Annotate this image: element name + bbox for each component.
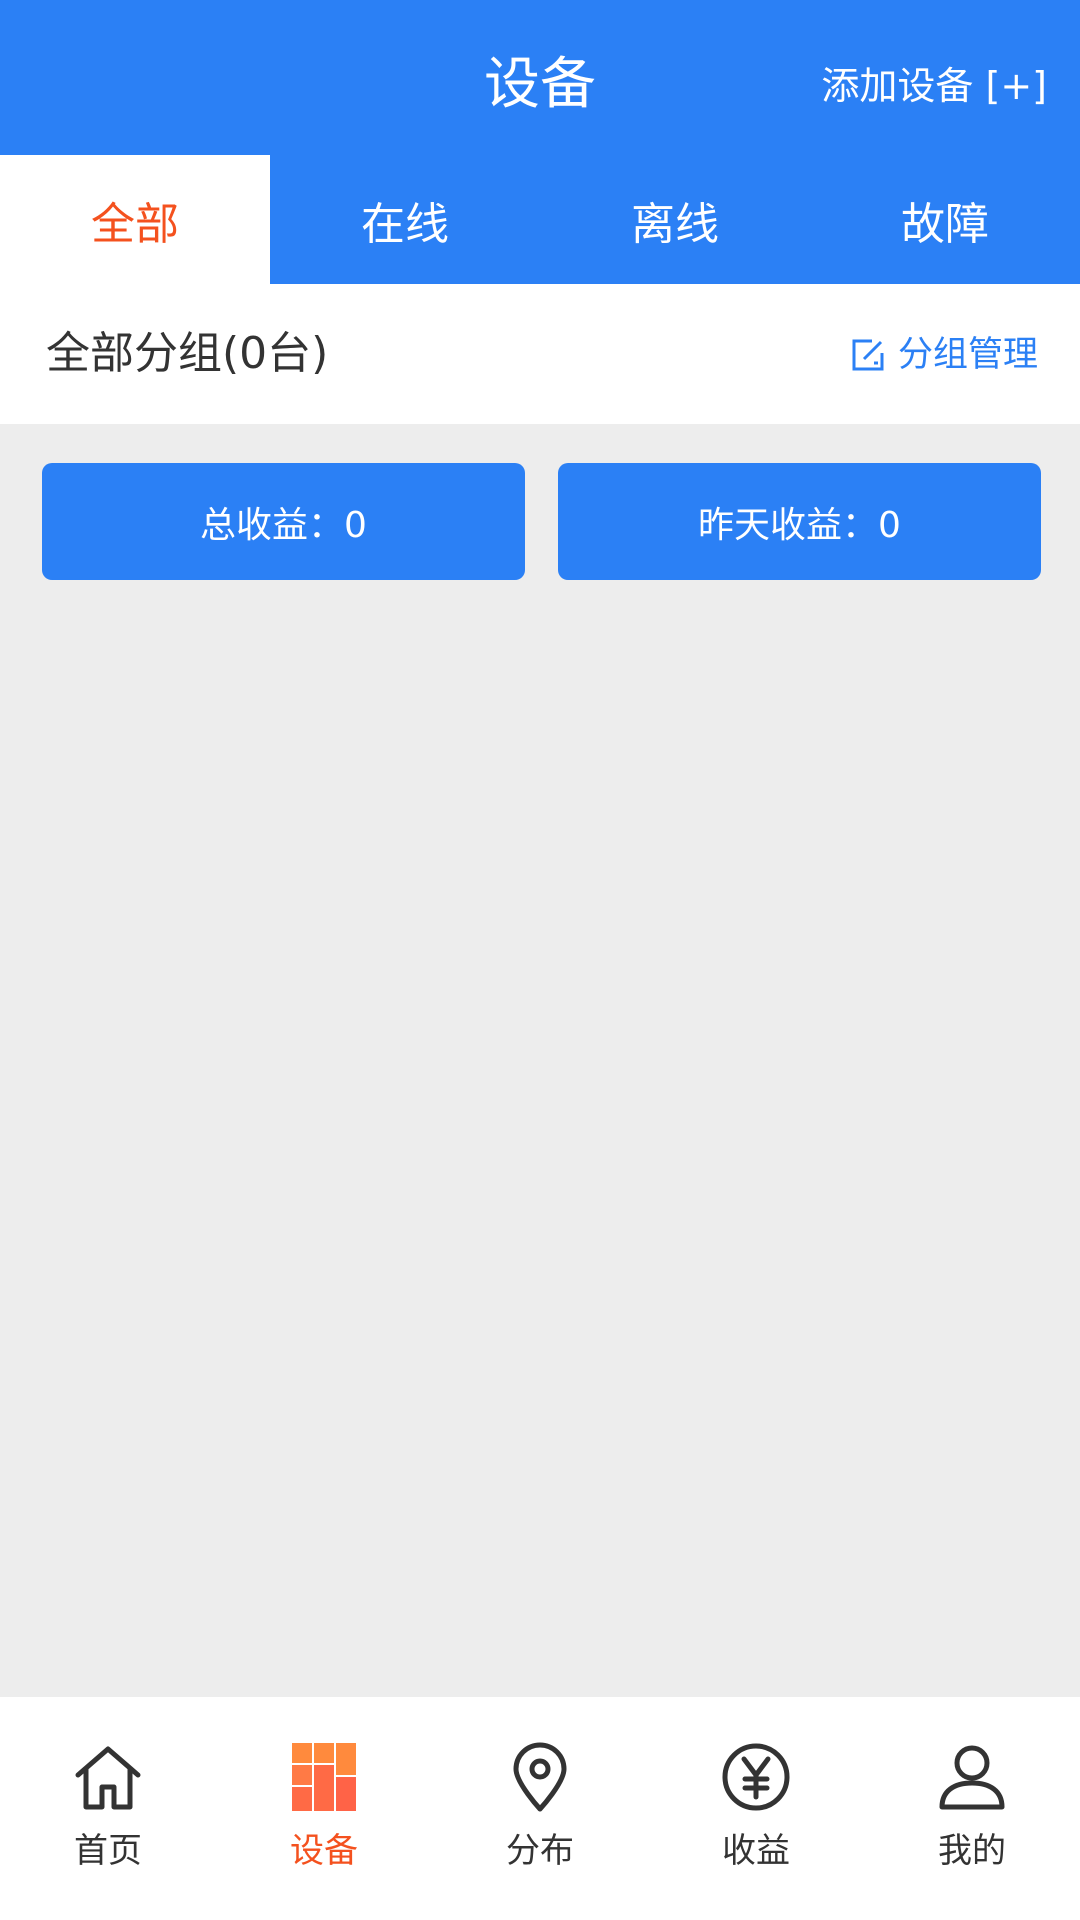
tab-all[interactable]: 全部 (0, 155, 270, 284)
user-icon (936, 1741, 1008, 1813)
group-bar: 全部分组(0台) 分组管理 (0, 284, 1080, 424)
tab-fault[interactable]: 故障 (810, 155, 1080, 284)
group-title[interactable]: 全部分组(0台) (46, 324, 328, 384)
group-manage-button[interactable]: 分组管理 (850, 330, 1038, 380)
tab-online[interactable]: 在线 (270, 155, 540, 284)
nav-item-mine[interactable]: 我的 (864, 1697, 1080, 1920)
yuan-icon (720, 1741, 792, 1813)
status-tabs: 全部 在线 离线 故障 (0, 155, 1080, 284)
nav-label-device: 设备 (290, 1831, 358, 1871)
home-icon (72, 1741, 144, 1813)
total-earnings-card[interactable]: 总收益：0 (42, 463, 525, 580)
add-device-button[interactable]: 添加设备 [+] (821, 56, 1047, 116)
nav-label-mine: 我的 (938, 1831, 1006, 1871)
nav-item-earnings[interactable]: 收益 (648, 1697, 864, 1920)
app-root: 设备 添加设备 [+] 全部 在线 离线 故障 全部分组(0台) 分组管理 总收… (0, 0, 1080, 1920)
location-pin-icon (504, 1741, 576, 1813)
group-manage-label: 分组管理 (897, 335, 1038, 375)
nav-label-distribution: 分布 (506, 1831, 574, 1871)
nav-label-earnings: 收益 (722, 1831, 790, 1871)
nav-item-device[interactable]: 设备 (216, 1697, 432, 1920)
tab-offline[interactable]: 离线 (540, 155, 810, 284)
bottom-nav: 首页 设备 分布 收益 我的 (0, 1697, 1080, 1920)
nav-item-distribution[interactable]: 分布 (432, 1697, 648, 1920)
edit-icon (852, 339, 884, 371)
nav-item-home[interactable]: 首页 (0, 1697, 216, 1920)
grid-icon (288, 1741, 360, 1813)
nav-label-home: 首页 (74, 1831, 142, 1871)
header: 设备 添加设备 [+] (0, 0, 1080, 155)
yesterday-earnings-card[interactable]: 昨天收益：0 (558, 463, 1041, 580)
